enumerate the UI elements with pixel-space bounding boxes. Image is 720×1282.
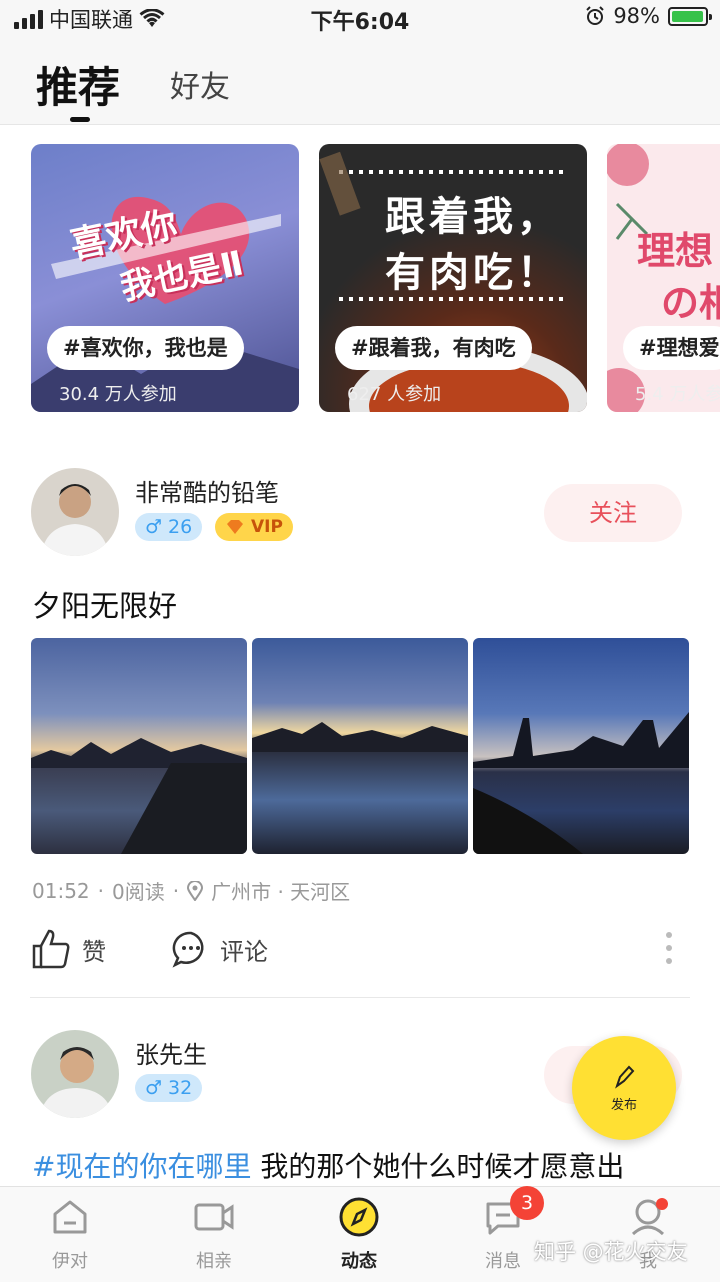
location-icon bbox=[187, 880, 204, 901]
topic-card-title-1: 跟着我， bbox=[385, 194, 561, 240]
post-body: 我的那个她什么时候才愿意出 bbox=[251, 1150, 625, 1183]
male-icon: ♂ bbox=[145, 1077, 163, 1099]
compass-icon bbox=[339, 1197, 379, 1237]
age-value: 32 bbox=[168, 1077, 193, 1099]
tab-recommend[interactable]: 推荐 bbox=[36, 54, 120, 115]
post-photo[interactable] bbox=[473, 638, 689, 854]
alarm-icon bbox=[586, 6, 605, 25]
post-photo[interactable] bbox=[252, 638, 468, 854]
follow-button[interactable]: 关注 bbox=[544, 484, 682, 542]
avatar-image bbox=[41, 484, 109, 556]
video-icon bbox=[194, 1203, 234, 1231]
topic-card[interactable]: 跟着我， 有肉吃！ #跟着我，有肉吃 627 人参加 bbox=[319, 144, 587, 412]
status-right: 98% bbox=[585, 4, 712, 28]
comment-icon bbox=[172, 931, 204, 968]
comment-button[interactable]: 评论 bbox=[172, 930, 268, 968]
photo-image bbox=[473, 712, 689, 854]
age-badge: ♂ 26 bbox=[135, 513, 203, 541]
username[interactable]: 张先生 bbox=[135, 1035, 207, 1070]
topic-card[interactable]: 理想 の相 #理想爱 5.4 万人参 bbox=[607, 144, 720, 412]
read-count: 0阅读 bbox=[112, 880, 165, 904]
notification-badge: 3 bbox=[510, 1186, 544, 1220]
topic-tag: #理想爱 bbox=[623, 326, 720, 370]
watermark: 知乎 @花火交友 bbox=[534, 1240, 688, 1264]
topic-participants: 627 人参加 bbox=[347, 384, 442, 405]
topic-participants: 5.4 万人参 bbox=[635, 384, 720, 405]
post-time: 01:52 bbox=[32, 878, 90, 903]
active-tab-indicator bbox=[70, 117, 90, 122]
post-meta: 01:52 · 0阅读 · 广州市 · 天河区 bbox=[32, 876, 350, 905]
battery-percent: 98% bbox=[613, 4, 660, 28]
topic-card-title-2: の相 bbox=[661, 281, 720, 325]
photo-image bbox=[252, 722, 468, 752]
post-photo[interactable] bbox=[31, 638, 247, 854]
thumbs-up-icon bbox=[32, 929, 70, 969]
photo-image bbox=[31, 738, 247, 854]
topic-tag: #喜欢你，我也是 bbox=[47, 326, 244, 370]
topic-card[interactable]: 喜欢你 我也是Ⅱ #喜欢你，我也是 30.4 万人参加 bbox=[31, 144, 299, 412]
post-hashtag[interactable]: #现在的你在哪里 bbox=[32, 1150, 251, 1183]
comment-label: 评论 bbox=[220, 937, 268, 966]
vip-label: VIP bbox=[251, 517, 283, 537]
nav-label: 相亲 bbox=[196, 1251, 232, 1272]
nav-item-yidui[interactable]: 伊对 bbox=[20, 1196, 120, 1273]
topic-card-title-2: 有肉吃！ bbox=[385, 250, 561, 296]
publish-label: 发布 bbox=[610, 1098, 637, 1113]
meta-separator: · bbox=[97, 878, 104, 903]
topic-card-title-1: 理想 bbox=[637, 229, 714, 273]
post-text: 夕阳无限好 bbox=[32, 589, 178, 623]
age-value: 26 bbox=[168, 516, 193, 538]
vip-badge: VIP bbox=[215, 513, 293, 541]
post-divider bbox=[30, 997, 690, 998]
nav-label: 伊对 bbox=[52, 1251, 88, 1272]
avatar[interactable] bbox=[31, 1030, 119, 1118]
age-badge: ♂ 32 bbox=[135, 1074, 203, 1102]
more-options-icon[interactable] bbox=[664, 930, 674, 966]
avatar[interactable] bbox=[31, 468, 119, 556]
like-label: 赞 bbox=[82, 937, 106, 966]
topic-tag: #跟着我，有肉吃 bbox=[335, 326, 532, 370]
nav-item-xiangqin[interactable]: 相亲 bbox=[164, 1196, 264, 1273]
battery-icon bbox=[668, 6, 712, 26]
tab-friends[interactable]: 好友 bbox=[170, 62, 230, 106]
avatar-image bbox=[39, 1047, 113, 1118]
profile-icon bbox=[631, 1198, 668, 1236]
publish-button[interactable]: 发布 bbox=[572, 1036, 676, 1140]
post-text: #现在的你在哪里 我的那个她什么时候才愿意出 bbox=[32, 1145, 624, 1185]
home-icon bbox=[53, 1200, 87, 1234]
male-icon: ♂ bbox=[145, 516, 163, 538]
meta-separator: · bbox=[172, 878, 180, 903]
post-location: 广州市 · 天河区 bbox=[211, 880, 351, 904]
diamond-icon bbox=[227, 520, 243, 534]
topic-participants: 30.4 万人参加 bbox=[59, 384, 177, 405]
pencil-icon bbox=[615, 1065, 635, 1089]
nav-label: 动态 bbox=[341, 1251, 377, 1272]
like-button[interactable]: 赞 bbox=[30, 928, 106, 970]
username[interactable]: 非常酷的铅笔 bbox=[135, 473, 279, 508]
nav-item-dongtai[interactable]: 动态 bbox=[309, 1196, 409, 1273]
